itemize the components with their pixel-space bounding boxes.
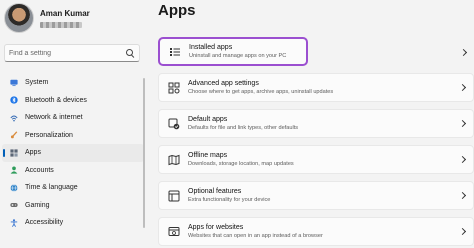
card-title: Advanced app settings xyxy=(188,80,259,87)
card-subtitle: Downloads, storage location, map updates xyxy=(188,161,294,167)
card-subtitle: Choose where to get apps, archive apps, … xyxy=(188,89,334,95)
sidebar-nav: System Bluetooth & devices Network & int… xyxy=(0,74,148,232)
sidebar-item-label: Apps xyxy=(25,149,41,157)
default-apps-icon xyxy=(168,118,180,129)
chevron-right-icon xyxy=(458,191,467,200)
page-title: Apps xyxy=(158,2,196,19)
apps-icon xyxy=(10,149,18,157)
card-subtitle: Extra functionality for your device xyxy=(188,197,271,203)
card-subtitle: Uninstall and manage apps on your PC xyxy=(189,53,287,59)
sidebar-item-apps[interactable]: Apps xyxy=(2,144,144,162)
accessibility-icon xyxy=(10,218,18,227)
optional-features-card[interactable]: Optional features Extra functionality fo… xyxy=(158,181,474,210)
chevron-right-icon xyxy=(459,48,468,57)
chevron-right-icon xyxy=(458,83,467,92)
globe-icon xyxy=(10,184,18,192)
sidebar-item-time-language[interactable]: Time & language xyxy=(2,179,144,197)
gaming-icon xyxy=(10,203,18,208)
list-icon xyxy=(170,47,180,56)
default-apps-card[interactable]: Default apps Defaults for file and link … xyxy=(158,109,474,138)
advanced-app-settings-card[interactable]: Advanced app settings Choose where to ge… xyxy=(158,73,474,102)
apps-for-websites-card[interactable]: Apps for websites Websites that can open… xyxy=(158,217,474,246)
card-title: Installed apps xyxy=(189,44,233,51)
sidebar-item-gaming[interactable]: Gaming xyxy=(2,197,144,215)
card-subtitle: Websites that can open in an app instead… xyxy=(188,233,323,239)
sidebar: Aman Kumar System Bluetooth & devices Ne… xyxy=(0,0,148,248)
accounts-icon xyxy=(10,166,18,174)
avatar[interactable] xyxy=(4,3,34,33)
sidebar-scrollbar[interactable] xyxy=(143,78,145,228)
chevron-right-icon xyxy=(458,155,467,164)
sidebar-item-label: Bluetooth & devices xyxy=(25,96,87,104)
installed-apps-card[interactable]: Installed apps Uninstall and manage apps… xyxy=(158,37,468,66)
sidebar-item-accounts[interactable]: Accounts xyxy=(2,162,144,180)
sidebar-item-network[interactable]: Network & internet xyxy=(2,109,144,127)
card-subtitle: Defaults for file and link types, other … xyxy=(188,125,299,131)
card-title: Apps for websites xyxy=(188,224,244,231)
search-icon[interactable] xyxy=(126,48,135,58)
sidebar-item-label: System xyxy=(25,79,49,87)
search-input[interactable] xyxy=(9,49,126,57)
sidebar-item-label: Accessibility xyxy=(25,219,64,227)
user-profile[interactable]: Aman Kumar xyxy=(4,2,90,34)
sidebar-item-label: Accounts xyxy=(25,166,54,174)
search-box[interactable] xyxy=(4,44,140,62)
card-title: Default apps xyxy=(188,116,228,123)
map-icon xyxy=(168,154,180,165)
chevron-right-icon xyxy=(458,119,467,128)
sidebar-item-system[interactable]: System xyxy=(2,74,144,92)
sidebar-item-label: Gaming xyxy=(25,201,50,209)
sidebar-item-label: Network & internet xyxy=(25,114,83,122)
chevron-right-icon xyxy=(458,227,467,236)
optional-features-icon xyxy=(168,190,180,201)
sidebar-item-bluetooth[interactable]: Bluetooth & devices xyxy=(2,92,144,110)
web-apps-icon xyxy=(168,226,180,236)
sidebar-item-label: Personalization xyxy=(25,131,73,139)
system-icon xyxy=(10,79,18,86)
advanced-apps-icon xyxy=(168,82,180,93)
brush-icon xyxy=(10,131,18,139)
bluetooth-icon xyxy=(10,96,18,104)
user-email-redacted xyxy=(40,22,82,28)
card-title: Offline maps xyxy=(188,152,228,159)
user-name: Aman Kumar xyxy=(40,9,90,18)
network-icon xyxy=(10,115,18,122)
card-title: Optional features xyxy=(188,188,242,195)
sidebar-item-accessibility[interactable]: Accessibility xyxy=(2,214,144,232)
sidebar-item-personalization[interactable]: Personalization xyxy=(2,127,144,145)
settings-list: Installed apps Uninstall and manage apps… xyxy=(158,37,474,248)
sidebar-item-label: Time & language xyxy=(25,184,78,192)
offline-maps-card[interactable]: Offline maps Downloads, storage location… xyxy=(158,145,474,174)
